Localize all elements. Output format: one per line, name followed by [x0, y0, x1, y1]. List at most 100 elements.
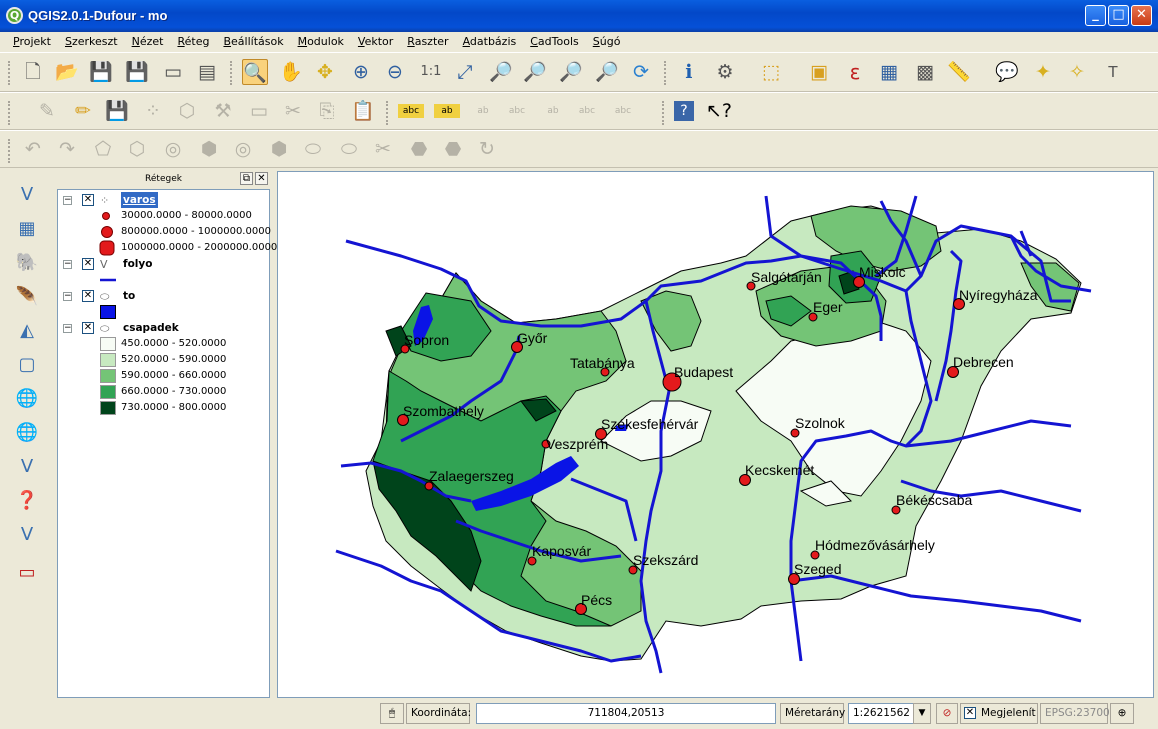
menu-beallitasok[interactable]: Beállítások — [216, 32, 290, 48]
new-project-icon[interactable]: 🗋 — [20, 59, 46, 85]
deselect-icon[interactable]: ▣ — [806, 59, 832, 85]
menu-adatbazis[interactable]: Adatbázis — [456, 32, 524, 48]
layer-tree[interactable]: − ✕ ⁘ varos 30000.0000 - 80000.0000 8000… — [57, 189, 277, 698]
change-label-icon[interactable]: abc — [610, 98, 636, 124]
undo-icon[interactable]: ↶ — [20, 136, 46, 162]
cut-features-icon[interactable]: ✂ — [280, 98, 306, 124]
add-vector-layer-icon[interactable]: V — [14, 182, 40, 208]
zoom-next-icon[interactable]: 🔎 — [594, 59, 620, 85]
layer-item-to[interactable]: − ✕ ⬭ to — [58, 288, 269, 304]
text-annotation-icon[interactable]: T — [1100, 59, 1126, 85]
render-checkbox-box[interactable]: ✕ — [964, 707, 976, 719]
merge-attributes-icon[interactable]: ⬣ — [440, 136, 466, 162]
save-as-icon[interactable]: 💾 — [124, 59, 150, 85]
map-canvas[interactable]: Sopron Győr Tatabánya Budapest Salgótarj… — [277, 171, 1154, 698]
minimize-button[interactable]: _ — [1085, 5, 1106, 26]
delete-part-icon[interactable]: ⬢ — [266, 136, 292, 162]
move-label-icon[interactable]: ab — [540, 98, 566, 124]
simplify-feature-icon[interactable]: ⬡ — [124, 136, 150, 162]
help-contents-icon[interactable]: ? — [674, 101, 694, 121]
show-hide-labels-icon[interactable]: abc — [504, 98, 530, 124]
zoom-last-icon[interactable]: 🔎 — [558, 59, 584, 85]
add-feature-icon[interactable]: ⁘ — [140, 98, 166, 124]
merge-features-icon[interactable]: ⬣ — [406, 136, 432, 162]
offset-curve-icon[interactable]: ⬭ — [336, 136, 362, 162]
layer-visibility-checkbox[interactable]: ✕ — [82, 290, 94, 302]
open-tools-icon[interactable]: ⚙ — [712, 59, 738, 85]
pan-map-icon[interactable]: 🔍 — [242, 59, 268, 85]
remove-layer-icon[interactable]: ▭ — [14, 560, 40, 586]
highlight-pinned-icon[interactable]: ab — [470, 98, 496, 124]
save-project-icon[interactable]: 💾 — [88, 59, 114, 85]
layer-item-varos[interactable]: − ✕ ⁘ varos — [58, 192, 269, 208]
rotate-point-symbols-icon[interactable]: ↻ — [474, 136, 500, 162]
open-project-icon[interactable]: 📂 — [54, 59, 80, 85]
save-edits-icon[interactable]: 💾 — [104, 98, 130, 124]
menu-raszter[interactable]: Raszter — [400, 32, 455, 48]
delete-selected-icon[interactable]: ▭ — [246, 98, 272, 124]
add-wms-layer-icon[interactable]: 🌐 — [14, 386, 40, 412]
maximize-button[interactable]: □ — [1108, 5, 1129, 26]
add-postgis-layer-icon[interactable]: 🐘 — [14, 250, 40, 276]
add-wfs-layer-icon[interactable]: V — [14, 454, 40, 480]
scale-combobox[interactable]: 1:2621562 — [848, 703, 914, 724]
add-raster-layer-icon[interactable]: ▦ — [14, 216, 40, 242]
field-calculator-icon[interactable]: ▩ — [912, 59, 938, 85]
toggle-extents-icon[interactable]: 🖱 — [380, 703, 404, 724]
select-features-icon[interactable]: ⬚ — [758, 59, 784, 85]
menu-reteg[interactable]: Réteg — [170, 32, 216, 48]
node-tool-icon[interactable]: ⚒ — [210, 98, 236, 124]
layer-visibility-checkbox[interactable]: ✕ — [82, 194, 94, 206]
menu-modulok[interactable]: Modulok — [291, 32, 351, 48]
add-mssql-layer-icon[interactable]: ◭ — [14, 318, 40, 344]
menu-szerkeszt[interactable]: Szerkeszt — [58, 32, 125, 48]
add-wcs-layer-icon[interactable]: 🌐 — [14, 420, 40, 446]
paste-features-icon[interactable]: 📋 — [350, 98, 376, 124]
identify-icon[interactable]: ℹ — [676, 59, 702, 85]
zoom-actual-size-icon[interactable]: 1:1 — [418, 59, 444, 85]
rotate-feature-icon[interactable]: ⬠ — [90, 136, 116, 162]
pan-hand-icon[interactable]: ✋ — [278, 59, 304, 85]
refresh-icon[interactable]: ⟳ — [628, 59, 654, 85]
current-edits-icon[interactable]: ✎ — [34, 98, 60, 124]
pan-to-selection-icon[interactable]: ✥ — [312, 59, 338, 85]
zoom-to-layer-icon[interactable]: 🔎 — [522, 59, 548, 85]
layer-visibility-checkbox[interactable]: ✕ — [82, 258, 94, 270]
pin-labels-icon[interactable]: ab — [434, 104, 460, 118]
collapse-toggle[interactable]: − — [63, 324, 72, 333]
scale-dropdown-icon[interactable]: ▼ — [913, 703, 931, 724]
zoom-out-icon[interactable]: ⊖ — [382, 59, 408, 85]
toggle-editing-icon[interactable]: ✏ — [70, 98, 96, 124]
add-delimited-text-icon[interactable]: ❓ — [14, 488, 40, 514]
zoom-in-icon[interactable]: ⊕ — [348, 59, 374, 85]
redo-icon[interactable]: ↷ — [54, 136, 80, 162]
collapse-toggle[interactable]: − — [63, 292, 72, 301]
close-button[interactable]: ✕ — [1131, 5, 1152, 26]
rotate-label-icon[interactable]: abc — [574, 98, 600, 124]
panel-float-button[interactable]: ⧉ — [240, 172, 253, 185]
attribute-table-icon[interactable]: ▦ — [876, 59, 902, 85]
layer-item-csapadek[interactable]: − ✕ ⬭ csapadek — [58, 320, 269, 336]
layer-item-folyo[interactable]: − ✕ V folyo — [58, 256, 269, 272]
menu-cadtools[interactable]: CadTools — [523, 32, 586, 48]
layer-visibility-checkbox[interactable]: ✕ — [82, 322, 94, 334]
split-features-icon[interactable]: ✂ — [370, 136, 396, 162]
menu-sugo[interactable]: Súgó — [586, 32, 628, 48]
new-bookmark-icon[interactable]: ✦ — [1030, 59, 1056, 85]
show-bookmarks-icon[interactable]: ✧ — [1064, 59, 1090, 85]
panel-close-button[interactable]: ✕ — [255, 172, 268, 185]
measure-icon[interactable]: 📏 — [946, 59, 972, 85]
menu-nezet[interactable]: Nézet — [125, 32, 171, 48]
label-tool-icon[interactable]: abc — [398, 104, 424, 118]
delete-ring-icon[interactable]: ◎ — [230, 136, 256, 162]
print-composer-icon[interactable]: ▭ — [160, 59, 186, 85]
reshape-features-icon[interactable]: ⬭ — [300, 136, 326, 162]
menu-projekt[interactable]: Projekt — [0, 32, 58, 48]
coordinate-field[interactable]: 711804,20513 — [476, 703, 776, 724]
add-part-icon[interactable]: ⬢ — [196, 136, 222, 162]
new-shapefile-icon[interactable]: V — [14, 522, 40, 548]
zoom-to-selection-icon[interactable]: 🔎 — [488, 59, 514, 85]
expression-select-icon[interactable]: ε — [842, 59, 868, 85]
add-spatialite-layer-icon[interactable]: 🪶 — [14, 284, 40, 310]
map-tips-icon[interactable]: 💬 — [994, 59, 1020, 85]
